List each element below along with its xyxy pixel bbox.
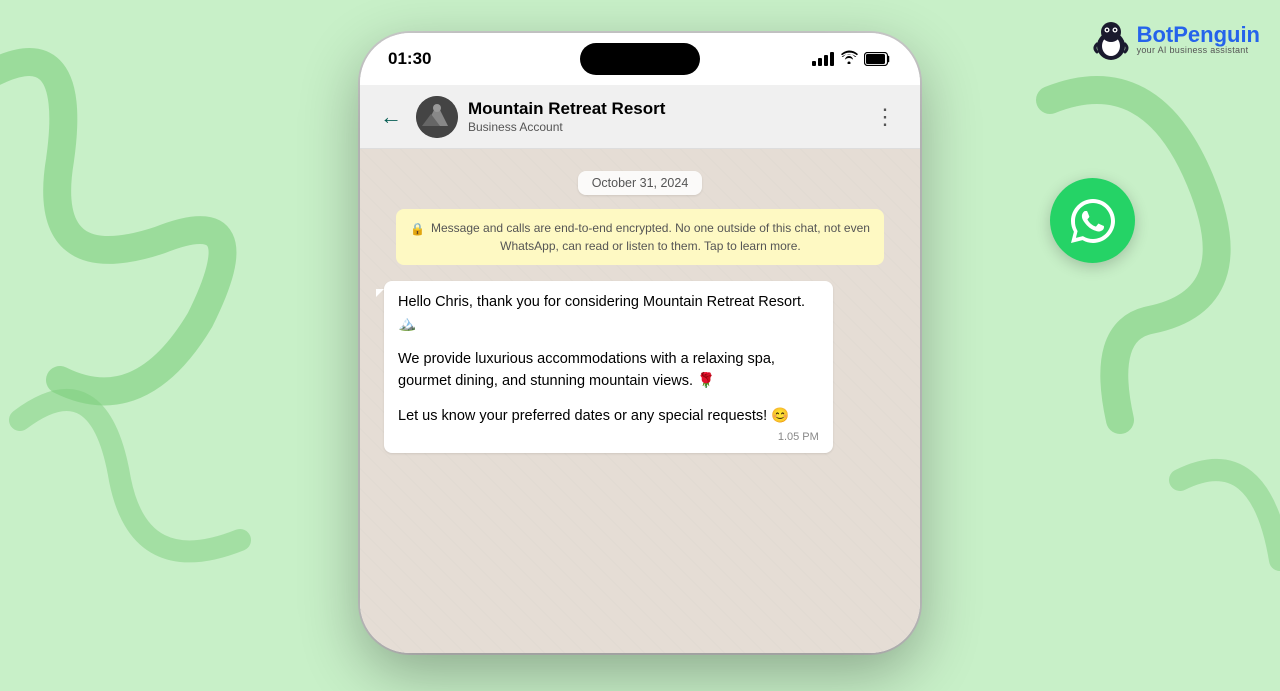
contact-name: Mountain Retreat Resort	[468, 99, 856, 119]
date-badge-label: October 31, 2024	[578, 171, 703, 195]
phone-frame: 01:30	[360, 33, 920, 653]
status-bar: 01:30	[360, 33, 920, 85]
battery-icon	[864, 52, 892, 66]
botpenguin-logo: BotPenguin your AI business assistant	[1091, 18, 1260, 62]
message-time: 1.05 PM	[398, 431, 819, 443]
back-button[interactable]: ←	[376, 100, 406, 134]
contact-status: Business Account	[468, 120, 856, 134]
botpenguin-name: BotPenguin	[1137, 24, 1260, 46]
whatsapp-bubble	[1050, 178, 1135, 263]
date-badge: October 31, 2024	[376, 171, 904, 195]
botpenguin-icon	[1091, 18, 1131, 62]
chat-area: October 31, 2024 🔒 Message and calls are…	[360, 149, 920, 653]
status-time: 01:30	[388, 49, 431, 69]
wifi-icon	[840, 50, 858, 69]
botpenguin-brand-text: BotPenguin your AI business assistant	[1137, 24, 1260, 56]
status-icons	[812, 50, 892, 69]
encryption-notice[interactable]: 🔒 Message and calls are end-to-end encry…	[396, 209, 884, 265]
chat-content: October 31, 2024 🔒 Message and calls are…	[360, 149, 920, 465]
dynamic-island	[580, 43, 700, 75]
message-bubble: Hello Chris, thank you for considering M…	[384, 281, 833, 453]
botpenguin-tagline: your AI business assistant	[1137, 46, 1260, 56]
message-paragraph-1: Hello Chris, thank you for considering M…	[398, 291, 819, 336]
signal-bars-icon	[812, 52, 834, 66]
message-paragraph-3: Let us know your preferred dates or any …	[398, 405, 819, 427]
penguin-text: Penguin	[1173, 22, 1260, 47]
chat-header: ← Mountain Retreat Resort Business Accou…	[360, 85, 920, 149]
contact-avatar	[416, 96, 458, 138]
message-text: Hello Chris, thank you for considering M…	[398, 291, 819, 427]
menu-button[interactable]: ⋮	[866, 100, 904, 134]
bot-text: Bot	[1137, 22, 1174, 47]
message-paragraph-2: We provide luxurious accommodations with…	[398, 348, 819, 393]
contact-info: Mountain Retreat Resort Business Account	[468, 99, 856, 133]
encryption-text: Message and calls are end-to-end encrypt…	[431, 219, 870, 255]
lock-icon: 🔒	[410, 220, 425, 238]
